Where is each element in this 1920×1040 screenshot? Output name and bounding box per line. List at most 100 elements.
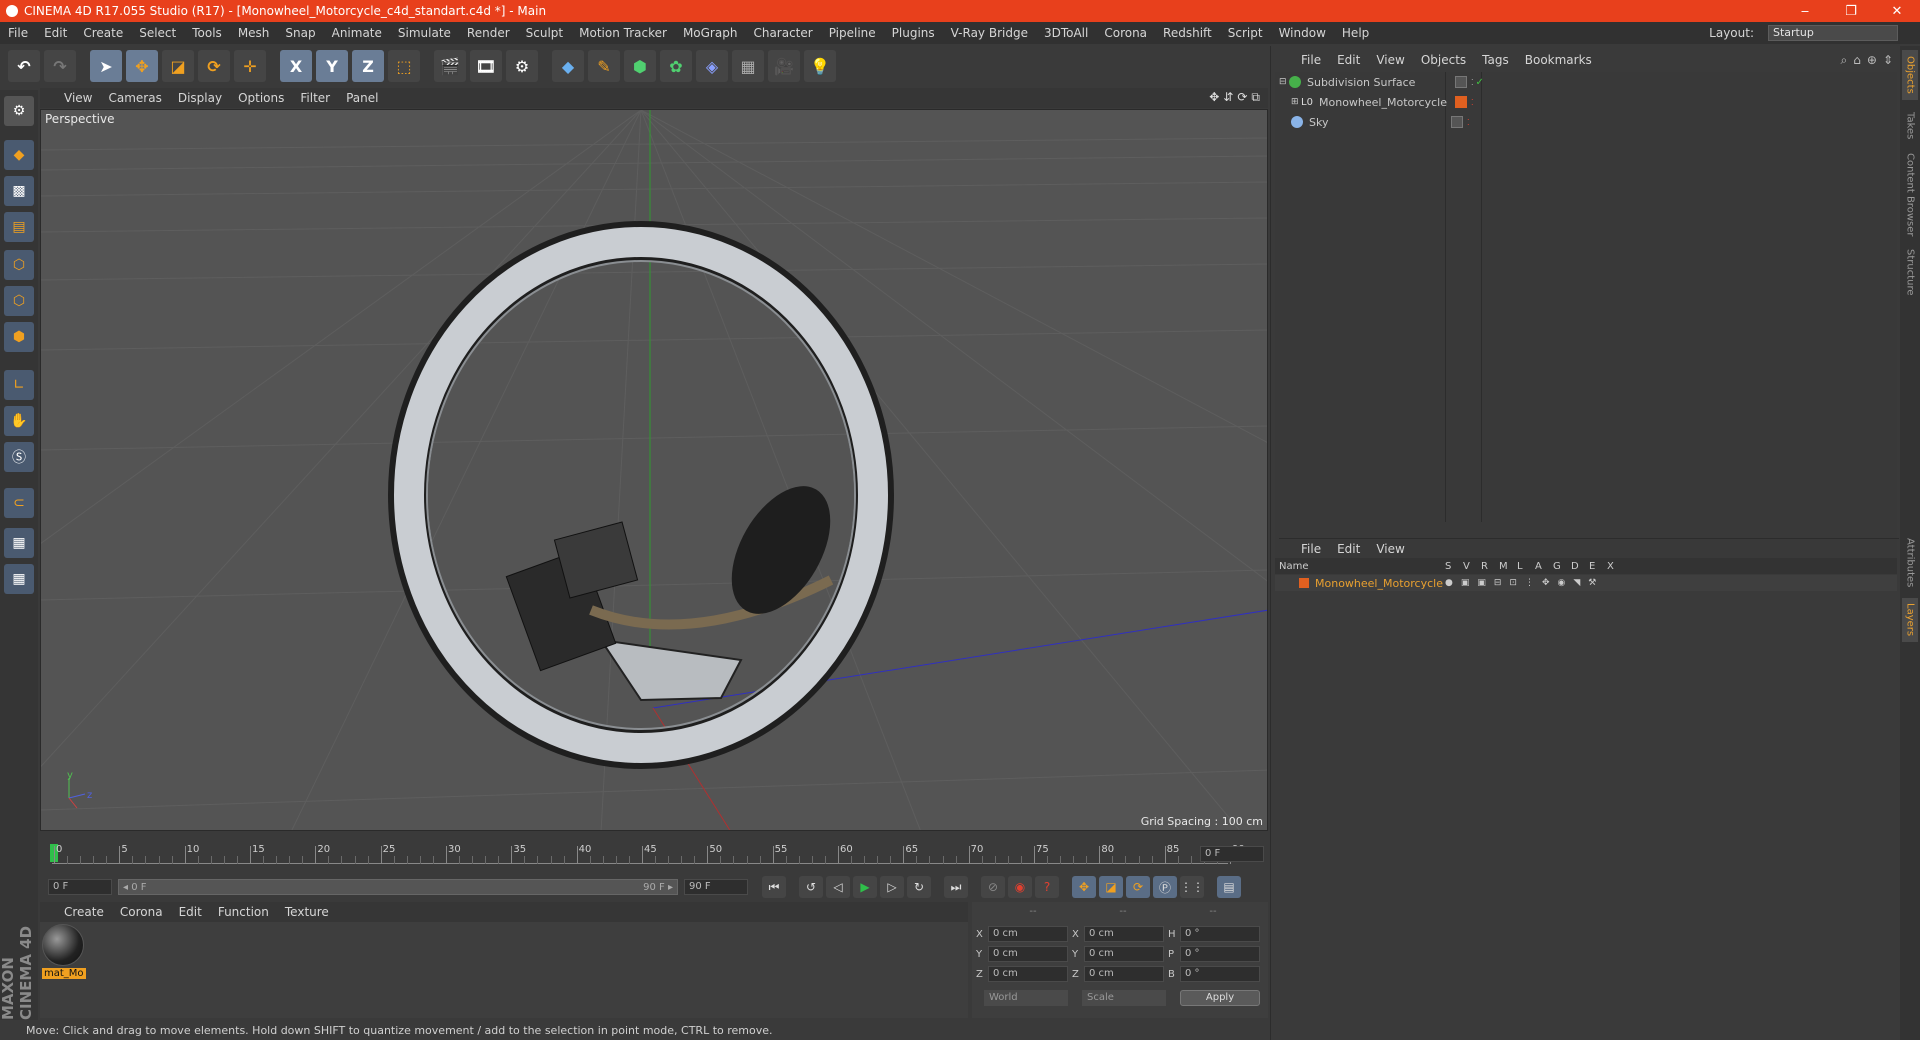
layer-menu-edit[interactable]: Edit (1329, 542, 1368, 556)
monowheel-model[interactable] (388, 221, 894, 769)
object-row-sky[interactable]: Sky ⁚ (1275, 112, 1897, 132)
viewport-menu-display[interactable]: Display (170, 91, 230, 105)
magnet-icon[interactable]: ⊂ (4, 488, 34, 518)
motion-record-icon[interactable]: ⊘ (981, 876, 1005, 898)
menu-vray-bridge[interactable]: V-Ray Bridge (943, 26, 1036, 40)
cloner-icon[interactable]: ✿ (660, 50, 692, 82)
object-menu-edit[interactable]: Edit (1329, 53, 1368, 67)
edges-mode-icon[interactable]: ⬡ (4, 286, 34, 316)
snap-icon[interactable]: Ⓢ (4, 442, 34, 472)
record-active-icon[interactable]: ◉ (1008, 876, 1032, 898)
next-frame-icon[interactable]: ▷ (880, 876, 904, 898)
workplane-lock-icon[interactable]: ▦ (4, 564, 34, 594)
light-icon[interactable]: 💡 (804, 50, 836, 82)
tab-takes[interactable]: Takes (1902, 106, 1918, 146)
menu-window[interactable]: Window (1271, 26, 1334, 40)
end-frame-field[interactable]: 90 F (684, 879, 748, 895)
undo-icon[interactable]: ↶ (8, 50, 40, 82)
viewport-menu-cameras[interactable]: Cameras (100, 91, 169, 105)
redo-icon[interactable]: ↷ (44, 50, 76, 82)
previous-key-icon[interactable]: ↺ (799, 876, 823, 898)
object-row-subdivision[interactable]: ⊟ Subdivision Surface ⁚ ✓ (1275, 72, 1897, 92)
tweak-mode-icon[interactable]: ✋ (4, 406, 34, 436)
subdivision-generator-icon[interactable]: ⬢ (624, 50, 656, 82)
layer-tag-icon[interactable] (1451, 116, 1463, 128)
render-settings-icon[interactable]: ⚙ (506, 50, 538, 82)
material-menu-create[interactable]: Create (56, 905, 112, 919)
object-menu-objects[interactable]: Objects (1413, 53, 1474, 67)
menu-plugins[interactable]: Plugins (884, 26, 943, 40)
key-scale-icon[interactable]: ◪ (1099, 876, 1123, 898)
menu-3dtoall[interactable]: 3DToAll (1036, 26, 1096, 40)
restore-button[interactable]: ❐ (1828, 4, 1874, 19)
rotate-tool-icon[interactable]: ⟳ (198, 50, 230, 82)
autokey-icon[interactable]: ? (1035, 876, 1059, 898)
layer-color-icon[interactable] (1455, 96, 1467, 108)
perspective-viewport[interactable]: Perspective y z Grid Spacing : 100 cm (40, 109, 1268, 831)
rotation-h-field[interactable]: 0 ° (1180, 926, 1260, 942)
position-z-field[interactable]: 0 cm (988, 966, 1068, 982)
layer-menu-file[interactable]: File (1293, 542, 1329, 556)
object-row-monowheel[interactable]: ⊞ L0 Monowheel_Motorcycle ⁚ (1275, 92, 1897, 112)
menu-edit[interactable]: Edit (36, 26, 75, 40)
points-mode-icon[interactable]: ⬡ (4, 250, 34, 280)
viewport-menu-view[interactable]: View (56, 91, 100, 105)
tab-content-browser[interactable]: Content Browser (1902, 150, 1918, 240)
polygons-mode-icon[interactable]: ⬢ (4, 322, 34, 352)
material-menu-corona[interactable]: Corona (112, 905, 171, 919)
render-view-icon[interactable]: 🎬 (434, 50, 466, 82)
object-menu-view[interactable]: View (1368, 53, 1412, 67)
menu-character[interactable]: Character (745, 26, 820, 40)
menu-select[interactable]: Select (131, 26, 184, 40)
menu-animate[interactable]: Animate (324, 26, 390, 40)
texture-mode-icon[interactable]: ▩ (4, 176, 34, 206)
tab-structure[interactable]: Structure (1902, 244, 1918, 300)
tab-objects[interactable]: Objects (1902, 50, 1918, 100)
object-menu-tags[interactable]: Tags (1474, 53, 1517, 67)
menu-mograph[interactable]: MoGraph (675, 26, 746, 40)
search-icon[interactable]: ⌕ (1841, 53, 1848, 68)
move-tool-icon[interactable]: ✥ (126, 50, 158, 82)
expand-icon[interactable]: ⇕ (1883, 53, 1893, 68)
pen-spline-icon[interactable]: ✎ (588, 50, 620, 82)
menu-file[interactable]: File (0, 26, 36, 40)
previous-frame-icon[interactable]: ◁ (826, 876, 850, 898)
timeline-window-icon[interactable]: ▤ (1217, 876, 1241, 898)
go-to-end-icon[interactable]: ⏭ (944, 876, 968, 898)
y-axis-lock-button[interactable]: Y (316, 50, 348, 82)
rotation-b-field[interactable]: 0 ° (1180, 966, 1260, 982)
enabled-check-icon[interactable]: ✓ (1476, 77, 1484, 88)
rotation-p-field[interactable]: 0 ° (1180, 946, 1260, 962)
size-x-field[interactable]: 0 cm (1084, 926, 1164, 942)
minimize-button[interactable]: ‒ (1782, 4, 1828, 19)
scale-tool-icon[interactable]: ◪ (162, 50, 194, 82)
expand-icon[interactable]: ⊞ (1291, 97, 1301, 107)
key-pla-icon[interactable]: ⋮⋮ (1180, 876, 1204, 898)
model-mode-icon[interactable]: ◆ (4, 140, 34, 170)
material-menu-texture[interactable]: Texture (277, 905, 337, 919)
layer-flag-icons[interactable]: ●▣▣⊟⊡⋮✥◉◥⚒ (1445, 578, 1604, 588)
position-y-field[interactable]: 0 cm (988, 946, 1068, 962)
z-axis-lock-button[interactable]: Z (352, 50, 384, 82)
coordinate-system-icon[interactable]: ⬚ (388, 50, 420, 82)
menu-pipeline[interactable]: Pipeline (821, 26, 884, 40)
x-axis-lock-button[interactable]: X (280, 50, 312, 82)
maximize-view-icon[interactable]: ⧉ (1251, 90, 1260, 105)
go-to-start-icon[interactable]: ⏮ (762, 876, 786, 898)
menu-motion-tracker[interactable]: Motion Tracker (571, 26, 675, 40)
menu-tools[interactable]: Tools (184, 26, 230, 40)
tab-layers[interactable]: Layers (1902, 598, 1918, 642)
collapse-icon[interactable]: ⊟ (1279, 77, 1289, 87)
material-menu-function[interactable]: Function (210, 905, 277, 919)
viewport-menu-options[interactable]: Options (230, 91, 292, 105)
render-picture-viewer-icon[interactable]: 🎞 (470, 50, 502, 82)
live-select-icon[interactable]: ✛ (234, 50, 266, 82)
tab-attributes[interactable]: Attributes (1902, 532, 1918, 594)
size-z-field[interactable]: 0 cm (1084, 966, 1164, 982)
visibility-dots-icon[interactable]: ⁚ (1471, 78, 1474, 87)
position-x-field[interactable]: 0 cm (988, 926, 1068, 942)
layer-row[interactable]: Monowheel_Motorcycle ●▣▣⊟⊡⋮✥◉◥⚒ (1275, 575, 1897, 591)
start-frame-field[interactable]: 0 F (48, 879, 112, 895)
pan-icon[interactable]: ✥ (1209, 90, 1219, 105)
menu-render[interactable]: Render (459, 26, 518, 40)
